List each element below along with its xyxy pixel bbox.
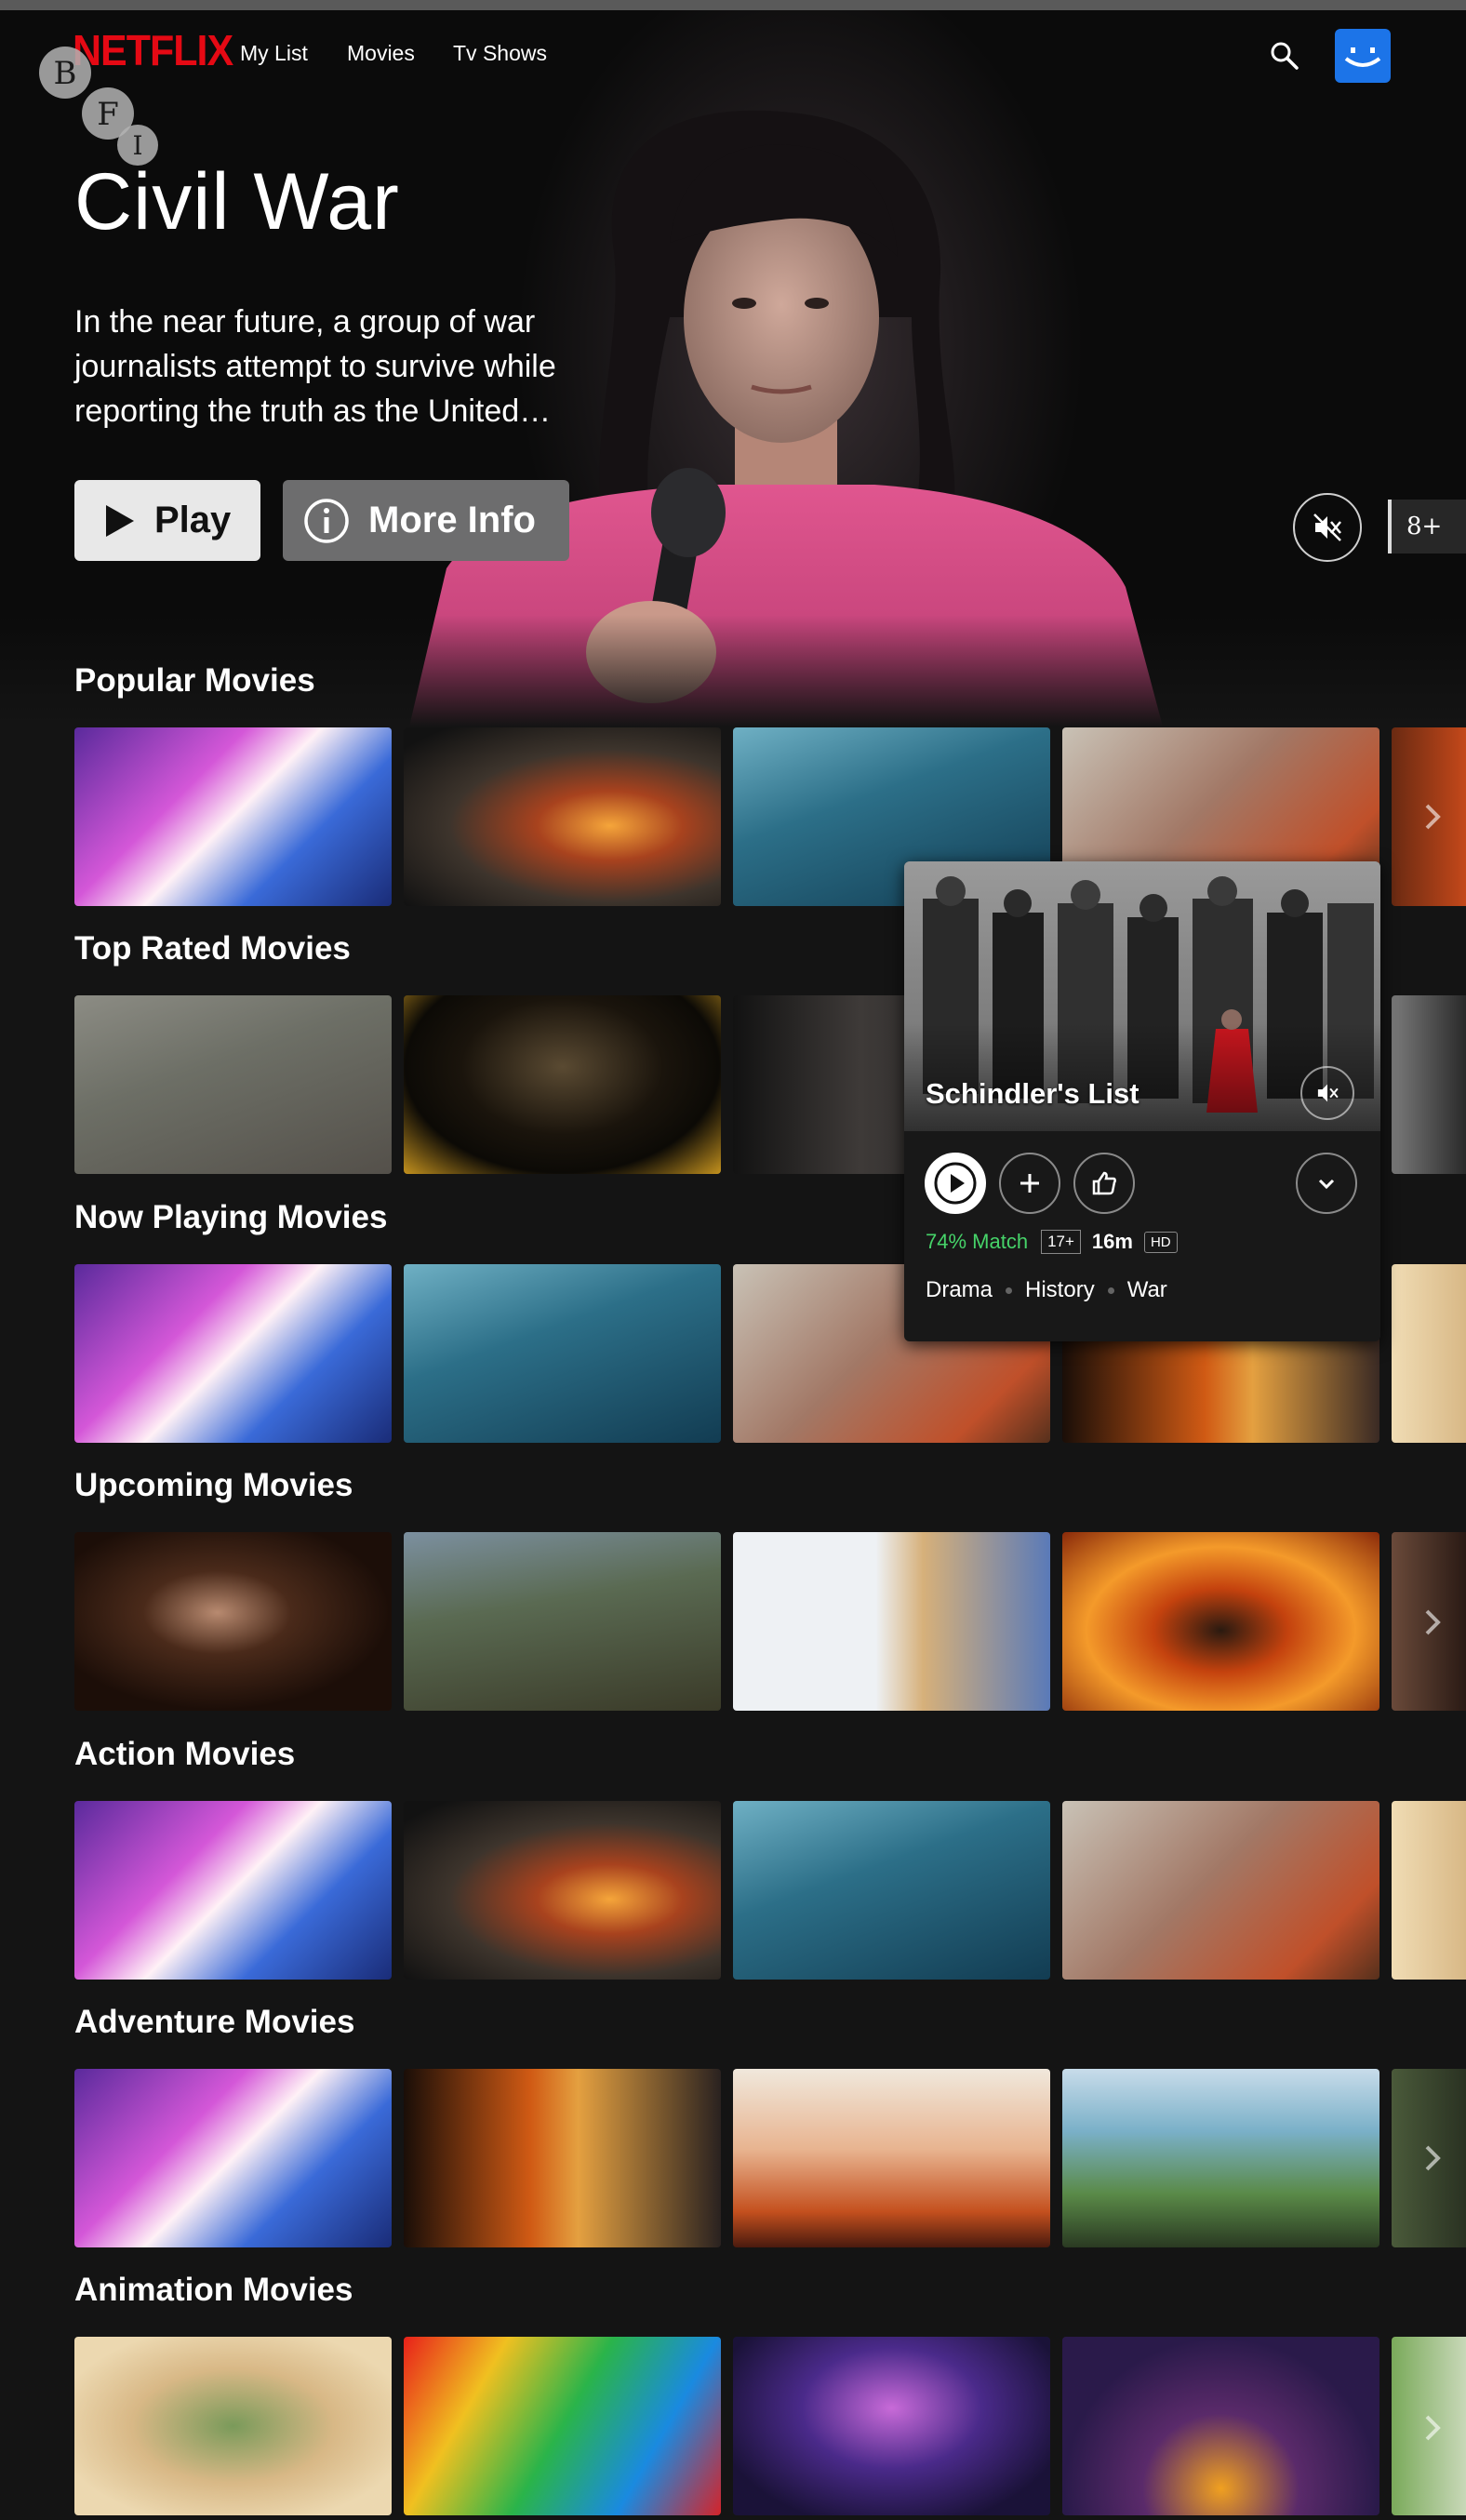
top-navbar: NETFLIX My List Movies Tv Shows xyxy=(0,10,1466,100)
popup-title: Schindler's List xyxy=(926,1077,1139,1110)
movie-card[interactable] xyxy=(733,2337,1050,2515)
genre-tag: History xyxy=(1025,1277,1095,1302)
chevron-down-icon xyxy=(1318,1179,1335,1190)
volume-off-icon xyxy=(1317,1084,1339,1102)
movie-card[interactable] xyxy=(74,2337,392,2515)
movie-card[interactable] xyxy=(74,1801,392,1980)
movie-card[interactable] xyxy=(1062,2069,1379,2247)
chevron-right-icon[interactable] xyxy=(1414,1604,1451,1641)
row-title-action: Action Movies xyxy=(74,1736,296,1772)
more-details-button[interactable] xyxy=(1296,1153,1357,1214)
movie-card-partial[interactable] xyxy=(1392,995,1466,1174)
window-top-strip xyxy=(0,0,1466,10)
chevron-right-icon[interactable] xyxy=(1414,798,1451,835)
movie-card[interactable] xyxy=(74,727,392,906)
hero-title: Civil War xyxy=(74,157,400,247)
hero-description: In the near future, a group of war journ… xyxy=(74,304,556,429)
play-button-label: Play xyxy=(154,500,232,540)
movie-card[interactable] xyxy=(1062,1801,1379,1980)
add-to-list-button[interactable] xyxy=(999,1153,1060,1214)
nav-link-tv-shows[interactable]: Tv Shows xyxy=(453,41,547,66)
match-score: 74% Match xyxy=(926,1230,1029,1253)
more-info-button[interactable]: More Info xyxy=(283,480,569,561)
play-button[interactable]: Play xyxy=(74,480,260,561)
more-info-label: More Info xyxy=(368,500,536,540)
popup-meta: 74% Match 17+ 16m HD xyxy=(926,1230,1178,1254)
nav-link-movies[interactable]: Movies xyxy=(347,41,415,66)
movie-card[interactable] xyxy=(74,1264,392,1443)
popup-play-button[interactable] xyxy=(925,1153,986,1214)
plus-icon xyxy=(1020,1174,1039,1193)
movie-card[interactable] xyxy=(404,995,721,1174)
volume-off-icon xyxy=(1313,513,1341,541)
row-title-adventure: Adventure Movies xyxy=(74,2004,355,2040)
genre-tag: War xyxy=(1126,1277,1167,1302)
genre-tag: Drama xyxy=(926,1277,993,1302)
movie-card[interactable] xyxy=(404,1264,721,1443)
movie-card[interactable] xyxy=(74,995,392,1174)
row-title-popular: Popular Movies xyxy=(74,662,315,699)
play-icon xyxy=(104,503,136,539)
hd-badge: HD xyxy=(1143,1231,1178,1253)
movie-card[interactable] xyxy=(404,2069,721,2247)
duration: 16m xyxy=(1091,1230,1133,1253)
movie-card[interactable] xyxy=(404,1801,721,1980)
movie-card[interactable] xyxy=(1062,2337,1379,2515)
search-icon[interactable] xyxy=(1269,40,1300,72)
nav-link-my-list[interactable]: My List xyxy=(240,41,308,66)
movie-card[interactable] xyxy=(404,727,721,906)
svg-text:B: B xyxy=(54,55,77,92)
movie-preview-popup[interactable]: Schindler's List 74% Match 17+ 16m HD Dr… xyxy=(904,861,1380,1341)
genre-separator xyxy=(1107,1287,1114,1294)
like-button[interactable] xyxy=(1073,1153,1135,1214)
play-circle-icon xyxy=(934,1162,977,1205)
maturity-rating-badge: 8+ xyxy=(1388,500,1466,553)
movie-card-partial[interactable] xyxy=(1392,1801,1466,1980)
hero-mute-button[interactable] xyxy=(1293,493,1362,562)
thumbs-up-icon xyxy=(1092,1171,1116,1195)
row-title-upcoming: Upcoming Movies xyxy=(74,1467,353,1503)
row-title-top-rated: Top Rated Movies xyxy=(74,930,351,967)
svg-text:F: F xyxy=(97,96,119,133)
movie-card-partial[interactable] xyxy=(1392,1264,1466,1443)
chevron-right-icon[interactable] xyxy=(1414,2140,1451,2177)
info-icon xyxy=(303,498,350,544)
popup-mute-button[interactable] xyxy=(1300,1066,1354,1120)
row-title-animation: Animation Movies xyxy=(74,2272,353,2308)
chevron-right-icon[interactable] xyxy=(1414,2409,1451,2447)
movie-card[interactable] xyxy=(733,2069,1050,2247)
movie-card[interactable] xyxy=(733,1532,1050,1711)
movie-card[interactable] xyxy=(404,2337,721,2515)
smile-icon xyxy=(1344,47,1381,67)
row-title-now-playing: Now Playing Movies xyxy=(74,1199,388,1235)
movie-card[interactable] xyxy=(404,1532,721,1711)
movie-card[interactable] xyxy=(1062,1532,1379,1711)
movie-card[interactable] xyxy=(74,1532,392,1711)
genre-separator xyxy=(1006,1287,1013,1294)
movie-card[interactable] xyxy=(733,1801,1050,1980)
age-rating-badge: 17+ xyxy=(1041,1230,1081,1254)
bfi-watermark-logo: B F I xyxy=(39,47,158,166)
genre-list: Drama History War xyxy=(926,1277,1167,1303)
profile-avatar[interactable] xyxy=(1335,29,1391,83)
movie-card[interactable] xyxy=(74,2069,392,2247)
